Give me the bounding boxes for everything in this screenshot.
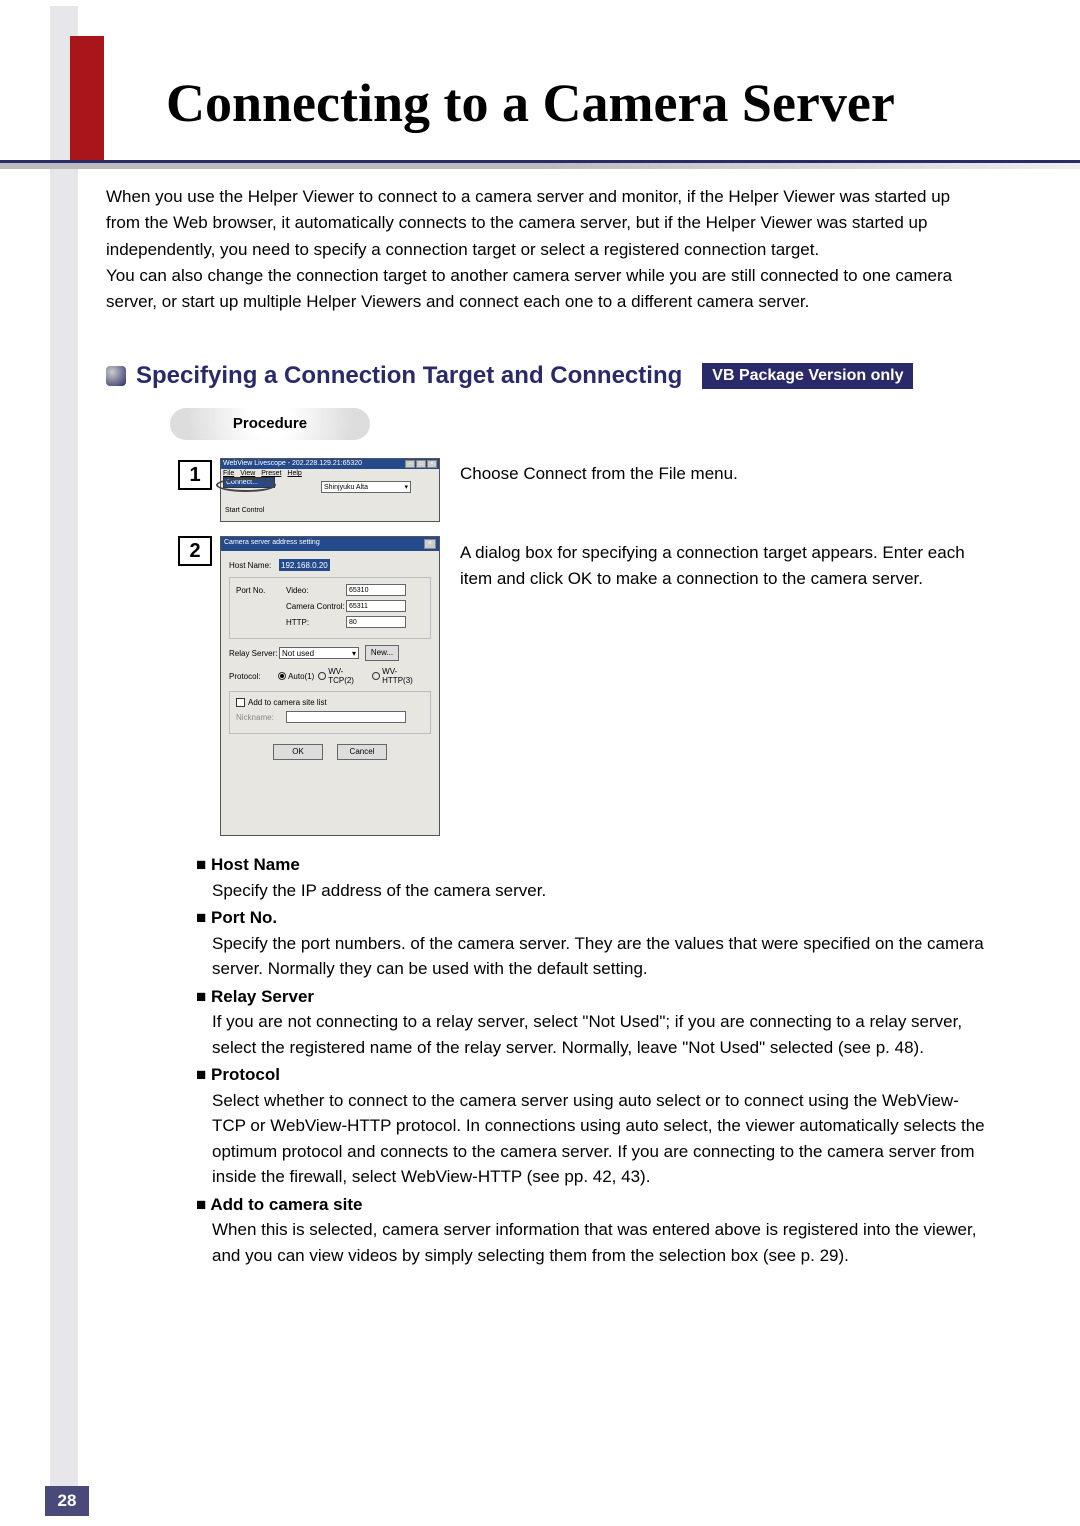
nickname-field — [286, 711, 406, 723]
video-label: Video: — [286, 586, 346, 595]
screenshot-file-menu: WebView Livescope - 202.228.129.21:65320… — [220, 458, 440, 522]
dialog-titlebar: Camera server address setting × — [221, 537, 439, 551]
step-2-number: 2 — [178, 536, 212, 566]
chevron-down-icon: ▾ — [404, 483, 408, 491]
portno-label: Port No. — [236, 586, 286, 595]
page-title: Connecting to a Camera Server — [166, 72, 895, 134]
addsite-label: Add to camera site list — [248, 698, 327, 707]
addsite-section: Add to camera site list Nickname: — [229, 691, 431, 734]
port-section: Port No. Video: Camera Control: HTTP: — [229, 577, 431, 639]
protocol-http-radio[interactable]: WV-HTTP(3) — [372, 667, 427, 685]
cancel-button[interactable]: Cancel — [337, 744, 387, 760]
margin-bar — [50, 6, 78, 1514]
menu-preset[interactable]: Preset — [261, 470, 281, 477]
menu-item-connect[interactable]: Connect... — [224, 478, 274, 487]
page-number: 28 — [45, 1486, 89, 1516]
protocol-auto-radio[interactable]: Auto(1) — [278, 672, 314, 681]
protocol-tcp-radio[interactable]: WV-TCP(2) — [318, 667, 368, 685]
camera-select[interactable]: Shinjyuku Alta ▾ — [321, 481, 411, 493]
http-label: HTTP: — [286, 618, 346, 627]
section-heading-row: Specifying a Connection Target and Conne… — [106, 362, 913, 390]
desc-port-no: Specify the port numbers. of the camera … — [212, 931, 986, 982]
desc-protocol: Select whether to connect to the camera … — [212, 1088, 986, 1190]
menu-help[interactable]: Help — [287, 470, 301, 477]
section-heading: Specifying a Connection Target and Conne… — [136, 362, 682, 390]
nickname-label: Nickname: — [236, 713, 286, 722]
divider-light — [0, 163, 1080, 169]
step-1-number: 1 — [178, 460, 212, 490]
menu-item-start-control[interactable]: Start Control — [225, 507, 264, 514]
term-addsite: Add to camera site — [196, 1192, 986, 1218]
definitions-list: Host Name Specify the IP address of the … — [196, 852, 986, 1270]
addsite-checkbox[interactable] — [236, 698, 245, 707]
relay-select[interactable]: Not used ▾ — [279, 647, 359, 659]
chevron-down-icon: ▾ — [352, 649, 356, 658]
camera-control-label: Camera Control: — [286, 602, 346, 611]
host-name-field[interactable]: 192.168.0.20 — [279, 559, 330, 571]
chapter-tab — [70, 36, 104, 160]
screenshot-address-dialog: Camera server address setting × Host Nam… — [220, 536, 440, 836]
desc-host-name: Specify the IP address of the camera ser… — [212, 878, 986, 904]
ok-button[interactable]: OK — [273, 744, 323, 760]
relay-label: Relay Server: — [229, 649, 279, 658]
menu-view[interactable]: View — [240, 470, 255, 477]
relay-select-value: Not used — [282, 649, 314, 658]
new-button[interactable]: New... — [365, 645, 399, 661]
term-port-no: Port No. — [196, 905, 986, 931]
maximize-icon[interactable]: □ — [416, 460, 426, 468]
camera-control-field[interactable] — [346, 600, 406, 612]
protocol-label: Protocol: — [229, 672, 278, 681]
dialog-title: Camera server address setting — [224, 539, 320, 549]
term-protocol: Protocol — [196, 1062, 986, 1088]
video-field[interactable] — [346, 584, 406, 596]
close-icon[interactable]: × — [424, 539, 436, 549]
minimize-icon[interactable]: - — [405, 460, 415, 468]
file-menu-dropdown: Connect... — [223, 477, 275, 488]
desc-addsite: When this is selected, camera server inf… — [212, 1217, 986, 1268]
camera-select-value: Shinjyuku Alta — [324, 484, 368, 491]
window-titlebar: WebView Livescope - 202.228.129.21:65320… — [221, 459, 439, 469]
menu-file[interactable]: File — [223, 470, 234, 477]
close-icon[interactable]: × — [427, 460, 437, 468]
step-1-text: Choose Connect from the File menu. — [460, 464, 738, 484]
desc-relay: If you are not connecting to a relay ser… — [212, 1009, 986, 1060]
step-2-text: A dialog box for specifying a connection… — [460, 540, 980, 591]
version-badge: VB Package Version only — [702, 363, 913, 389]
http-field[interactable] — [346, 616, 406, 628]
term-relay: Relay Server — [196, 984, 986, 1010]
procedure-pill: Procedure — [170, 408, 370, 440]
host-name-label: Host Name: — [229, 561, 279, 570]
section-bullet-icon — [106, 366, 126, 386]
window-buttons: - □ × — [405, 460, 437, 468]
intro-text: When you use the Helper Viewer to connec… — [106, 184, 986, 316]
window-title: WebView Livescope - 202.228.129.21:65320 — [223, 460, 362, 468]
term-host-name: Host Name — [196, 852, 986, 878]
